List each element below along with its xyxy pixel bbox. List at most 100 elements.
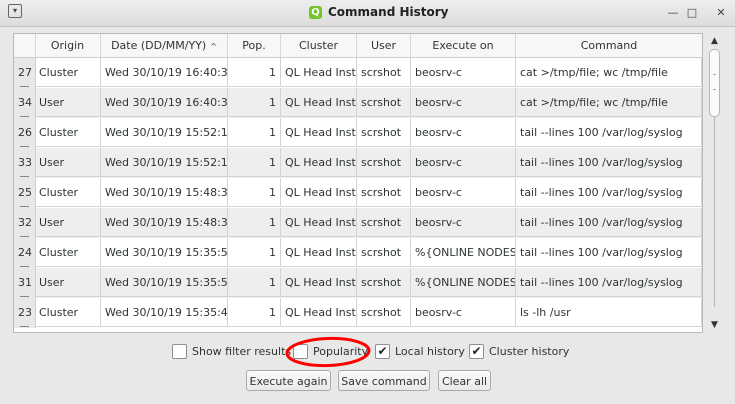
cell-pop[interactable]: 1 bbox=[228, 268, 281, 297]
cell-date[interactable]: Wed 30/10/19 15:52:18 bbox=[101, 148, 228, 177]
save-command-button[interactable]: Save command bbox=[338, 370, 430, 391]
scrollbar-thumb[interactable] bbox=[709, 49, 720, 117]
header-command[interactable]: Command bbox=[516, 34, 702, 57]
cell-date[interactable]: Wed 30/10/19 15:35:43 bbox=[101, 298, 228, 327]
cell-command[interactable]: ls -lh /usr bbox=[516, 298, 702, 327]
scroll-up-icon[interactable]: ▲ bbox=[707, 35, 722, 47]
cell-origin[interactable]: Cluster bbox=[35, 58, 101, 87]
minimize-icon[interactable]: — bbox=[667, 7, 679, 19]
cell-execute-on[interactable]: beosrv-c bbox=[411, 58, 516, 87]
table-row[interactable]: 25 Cluster Wed 30/10/19 15:48:35 1 QL Head I… bbox=[14, 178, 702, 208]
cell-command[interactable]: cat >/tmp/file; wc /tmp/file bbox=[516, 58, 702, 87]
row-header[interactable]: 31 bbox=[14, 268, 36, 298]
cell-date[interactable]: Wed 30/10/19 15:48:35 bbox=[101, 178, 228, 207]
maximize-icon[interactable]: □ bbox=[686, 7, 698, 19]
cell-cluster[interactable]: QL Head Inst bbox=[281, 88, 357, 117]
cell-execute-on[interactable]: beosrv-c bbox=[411, 208, 516, 237]
cell-origin[interactable]: User bbox=[35, 88, 101, 117]
cell-pop[interactable]: 1 bbox=[228, 118, 281, 147]
cell-user[interactable]: scrshot bbox=[357, 148, 411, 177]
cell-date[interactable]: Wed 30/10/19 15:35:52 bbox=[101, 268, 228, 297]
header-execute-on[interactable]: Execute on bbox=[411, 34, 516, 57]
cell-cluster[interactable]: QL Head Inst bbox=[281, 148, 357, 177]
cell-user[interactable]: scrshot bbox=[357, 268, 411, 297]
show-filter-box[interactable] bbox=[172, 344, 187, 359]
cell-origin[interactable]: User bbox=[35, 208, 101, 237]
cell-pop[interactable]: 1 bbox=[228, 238, 281, 267]
cell-date[interactable]: Wed 30/10/19 15:35:52 bbox=[101, 238, 228, 267]
cell-cluster[interactable]: QL Head Inst bbox=[281, 298, 357, 327]
cell-user[interactable]: scrshot bbox=[357, 208, 411, 237]
cell-execute-on[interactable]: beosrv-c bbox=[411, 178, 516, 207]
cell-origin[interactable]: Cluster bbox=[35, 298, 101, 327]
cell-execute-on[interactable]: beosrv-c bbox=[411, 148, 516, 177]
cell-origin[interactable]: Cluster bbox=[35, 238, 101, 267]
scrollbar-track[interactable] bbox=[714, 117, 715, 307]
table-row[interactable]: 24 Cluster Wed 30/10/19 15:35:52 1 QL Head I… bbox=[14, 238, 702, 268]
cell-pop[interactable]: 1 bbox=[228, 178, 281, 207]
cell-date[interactable]: Wed 30/10/19 16:40:35 bbox=[101, 88, 228, 117]
row-header[interactable]: 23 bbox=[14, 298, 36, 328]
cell-origin[interactable]: User bbox=[35, 268, 101, 297]
row-header[interactable]: 27 bbox=[14, 58, 36, 88]
header-user[interactable]: User bbox=[357, 34, 411, 57]
cell-command[interactable]: tail --lines 100 /var/log/syslog bbox=[516, 148, 702, 177]
cell-origin[interactable]: Cluster bbox=[35, 118, 101, 147]
cell-cluster[interactable]: QL Head Inst bbox=[281, 118, 357, 147]
cell-origin[interactable]: User bbox=[35, 148, 101, 177]
header-origin[interactable]: Origin bbox=[35, 34, 101, 57]
cell-origin[interactable]: Cluster bbox=[35, 178, 101, 207]
cell-command[interactable]: tail --lines 100 /var/log/syslog bbox=[516, 208, 702, 237]
cell-cluster[interactable]: QL Head Inst bbox=[281, 58, 357, 87]
cell-command[interactable]: tail --lines 100 /var/log/syslog bbox=[516, 268, 702, 297]
cell-command[interactable]: tail --lines 100 /var/log/syslog bbox=[516, 118, 702, 147]
history-table[interactable]: Origin Date (DD/MM/YY) ^ Pop. Cluster Use… bbox=[13, 33, 703, 333]
cell-cluster[interactable]: QL Head Inst bbox=[281, 268, 357, 297]
cell-command[interactable]: tail --lines 100 /var/log/syslog bbox=[516, 178, 702, 207]
cell-date[interactable]: Wed 30/10/19 15:52:19 bbox=[101, 118, 228, 147]
table-row[interactable]: 32 User Wed 30/10/19 15:48:35 1 QL Head Inst… bbox=[14, 208, 702, 238]
header-cluster[interactable]: Cluster bbox=[281, 34, 357, 57]
row-header[interactable]: 25 bbox=[14, 178, 36, 208]
row-header[interactable]: 26 bbox=[14, 118, 36, 148]
cell-user[interactable]: scrshot bbox=[357, 58, 411, 87]
table-row[interactable]: 31 User Wed 30/10/19 15:35:52 1 QL Head Inst… bbox=[14, 268, 702, 298]
cell-cluster[interactable]: QL Head Inst bbox=[281, 208, 357, 237]
cell-pop[interactable]: 1 bbox=[228, 148, 281, 177]
cell-command[interactable]: tail --lines 100 /var/log/syslog bbox=[516, 238, 702, 267]
cell-pop[interactable]: 1 bbox=[228, 298, 281, 327]
table-row[interactable]: 23 Cluster Wed 30/10/19 15:35:43 1 QL Head I… bbox=[14, 298, 702, 328]
cell-cluster[interactable]: QL Head Inst bbox=[281, 238, 357, 267]
row-header[interactable]: 32 bbox=[14, 208, 36, 238]
close-icon[interactable]: ✕ bbox=[715, 7, 727, 19]
cell-cluster[interactable]: QL Head Inst bbox=[281, 178, 357, 207]
cell-date[interactable]: Wed 30/10/19 15:48:35 bbox=[101, 208, 228, 237]
cell-user[interactable]: scrshot bbox=[357, 88, 411, 117]
cell-user[interactable]: scrshot bbox=[357, 298, 411, 327]
cell-execute-on[interactable]: beosrv-c bbox=[411, 298, 516, 327]
header-date[interactable]: Date (DD/MM/YY) ^ bbox=[101, 34, 228, 57]
clear-all-button[interactable]: Clear all bbox=[438, 370, 491, 391]
table-row[interactable]: 27 Cluster Wed 30/10/19 16:40:35 1 QL Head I… bbox=[14, 58, 702, 88]
cell-execute-on[interactable]: beosrv-c bbox=[411, 118, 516, 147]
cell-pop[interactable]: 1 bbox=[228, 58, 281, 87]
row-header[interactable]: 34 bbox=[14, 88, 36, 118]
scroll-down-icon[interactable]: ▼ bbox=[707, 319, 722, 331]
vertical-scrollbar[interactable]: ▲ ▼ bbox=[707, 35, 722, 333]
cluster-history-box[interactable]: ✔ bbox=[469, 344, 484, 359]
cell-date[interactable]: Wed 30/10/19 16:40:35 bbox=[101, 58, 228, 87]
local-history-box[interactable]: ✔ bbox=[375, 344, 390, 359]
cell-execute-on[interactable]: %{ONLINE NODES} bbox=[411, 238, 516, 267]
row-header[interactable]: 24 bbox=[14, 238, 36, 268]
execute-again-button[interactable]: Execute again bbox=[246, 370, 331, 391]
window-menu-icon[interactable]: ▾ bbox=[8, 4, 22, 18]
table-row[interactable]: 34 User Wed 30/10/19 16:40:35 1 QL Head Inst… bbox=[14, 88, 702, 118]
header-pop[interactable]: Pop. bbox=[228, 34, 281, 57]
cell-execute-on[interactable]: %{ONLINE NODES} bbox=[411, 268, 516, 297]
cell-command[interactable]: cat >/tmp/file; wc /tmp/file bbox=[516, 88, 702, 117]
cell-user[interactable]: scrshot bbox=[357, 178, 411, 207]
table-row[interactable]: 26 Cluster Wed 30/10/19 15:52:19 1 QL Head I… bbox=[14, 118, 702, 148]
row-header[interactable]: 33 bbox=[14, 148, 36, 178]
cell-user[interactable]: scrshot bbox=[357, 118, 411, 147]
cell-user[interactable]: scrshot bbox=[357, 238, 411, 267]
